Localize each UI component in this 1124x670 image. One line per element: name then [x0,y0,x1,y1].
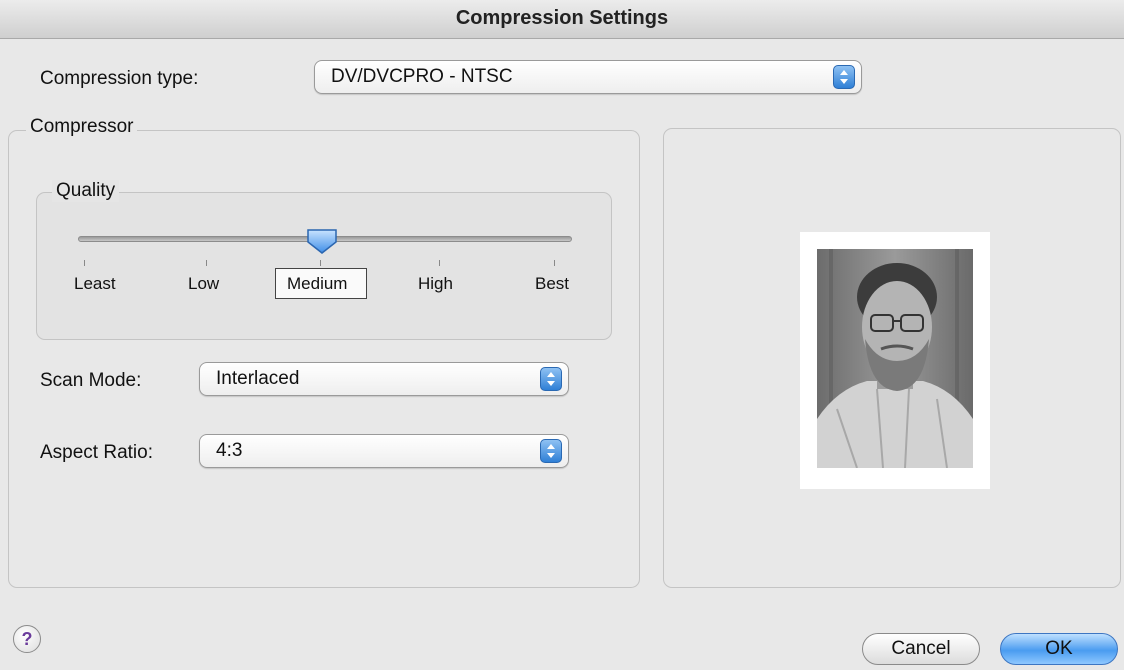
window-title: Compression Settings [0,0,1124,39]
quality-label-low[interactable]: Low [188,274,219,294]
quality-label-medium[interactable]: Medium [287,274,347,294]
quality-tick [439,260,440,266]
aspect-ratio-label: Aspect Ratio: [40,442,153,463]
quality-tick [84,260,85,266]
scan-mode-value: Interlaced [216,368,300,389]
quality-slider-thumb[interactable] [305,228,339,254]
cancel-button[interactable]: Cancel [862,633,980,665]
quality-tick [320,260,321,266]
quality-group [36,192,612,340]
aspect-ratio-popup[interactable]: 4:3 [199,434,569,468]
popup-arrows-icon [833,65,855,89]
aspect-ratio-value: 4:3 [216,440,243,461]
compressor-group-title: Compressor [26,116,138,138]
compression-type-value: DV/DVCPRO - NTSC [331,66,513,87]
quality-label-best[interactable]: Best [535,274,569,294]
preview-image [817,249,973,468]
ok-button[interactable]: OK [1000,633,1118,665]
compression-type-popup[interactable]: DV/DVCPRO - NTSC [314,60,862,94]
quality-label-high[interactable]: High [418,274,453,294]
popup-arrows-icon [540,439,562,463]
popup-arrows-icon [540,367,562,391]
compression-type-label: Compression type: [40,68,199,89]
scan-mode-popup[interactable]: Interlaced [199,362,569,396]
quality-tick [554,260,555,266]
scan-mode-label: Scan Mode: [40,370,142,391]
quality-label-least[interactable]: Least [74,274,116,294]
quality-group-title: Quality [52,180,120,202]
quality-tick [206,260,207,266]
help-button[interactable]: ? [13,625,41,653]
